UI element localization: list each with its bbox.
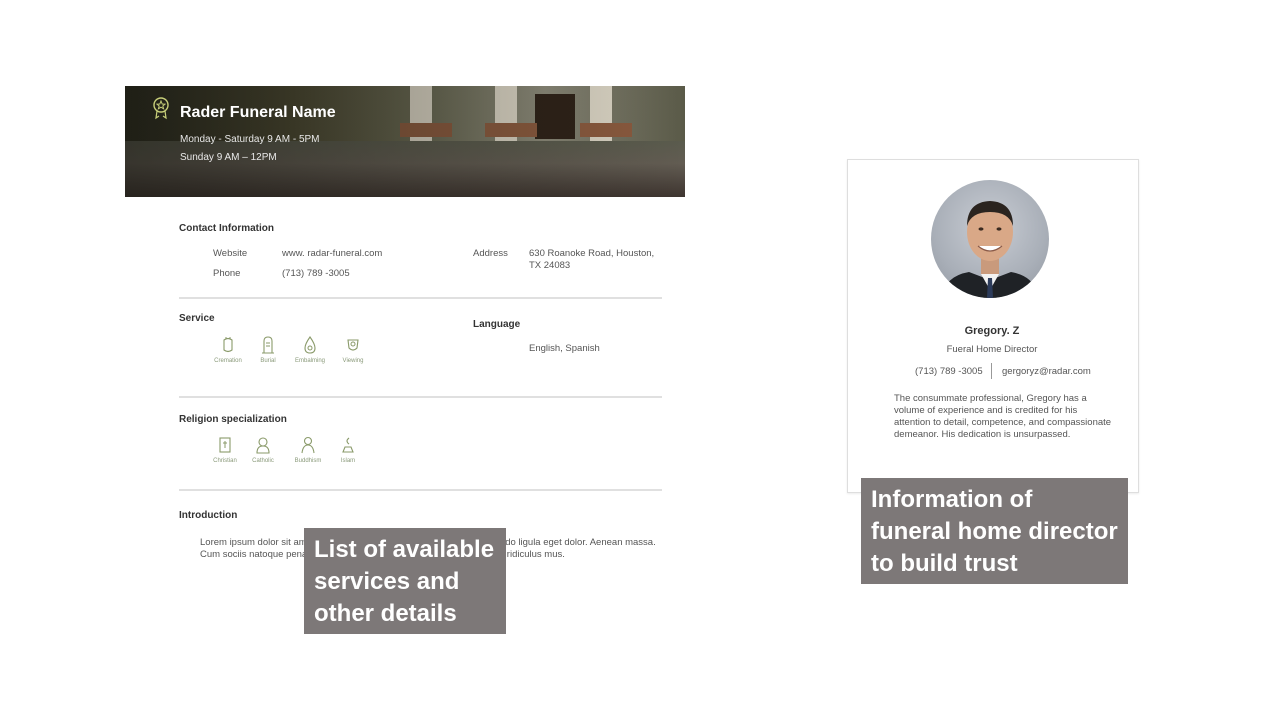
award-badge-icon: [153, 97, 169, 120]
religion-item-christian: Christian: [205, 436, 245, 464]
director-bio: The consummate professional, Gregory has…: [894, 393, 1112, 440]
address-label: Address: [473, 248, 508, 259]
callout-director: Information of funeral home director to …: [861, 478, 1128, 584]
religion-label: Buddhism: [294, 458, 322, 464]
hours-weekday: Monday - Saturday 9 AM - 5PM: [180, 134, 320, 145]
religion-section-title: Religion specialization: [179, 414, 287, 425]
cremation-icon: [223, 337, 233, 353]
section-divider: [179, 396, 662, 398]
religion-label: Islam: [340, 458, 356, 464]
service-item-embalming: Embalming: [290, 336, 330, 364]
director-email-link[interactable]: gergoryz@radar.com: [1002, 366, 1091, 377]
religion-item-buddhism: Buddhism: [288, 436, 328, 464]
director-phone: (713) 789 -3005: [915, 366, 983, 377]
callout-services: List of available services and other det…: [304, 528, 506, 634]
service-label: Cremation: [214, 358, 242, 364]
embalming-icon: [304, 336, 316, 354]
funeral-home-name: Rader Funeral Name: [180, 104, 336, 121]
language-value: English, Spanish: [529, 343, 600, 354]
catholic-icon: [256, 437, 270, 454]
islam-icon: [342, 437, 354, 453]
religion-label: Catholic: [252, 458, 274, 464]
hero-banner: Rader Funeral Name Monday - Saturday 9 A…: [125, 86, 685, 197]
religion-label: Christian: [213, 458, 237, 464]
christian-icon: [219, 437, 231, 453]
viewing-icon: [347, 339, 359, 351]
religion-item-islam: Islam: [328, 436, 368, 464]
address-line2: TX 24083: [529, 260, 571, 271]
director-role: Fueral Home Director: [946, 344, 1038, 355]
director-avatar: [931, 180, 1049, 298]
website-link[interactable]: www. radar-funeral.com: [282, 248, 382, 260]
phone-label: Phone: [213, 268, 241, 279]
phone-value: (713) 789 -3005: [282, 268, 350, 279]
director-name: Gregory. Z: [964, 325, 1020, 337]
section-divider: [179, 489, 662, 491]
introduction-section-title: Introduction: [179, 510, 238, 521]
service-item-cremation: Cremation: [208, 336, 248, 364]
buddhism-icon: [301, 436, 315, 454]
website-label: Website: [213, 248, 248, 259]
language-section-title: Language: [473, 319, 521, 330]
service-section-title: Service: [179, 313, 215, 324]
service-label: Viewing: [342, 358, 364, 364]
director-portrait-icon: [941, 201, 1039, 298]
address-line1: 630 Roanoke Road, Houston,: [529, 248, 655, 259]
section-divider: [179, 297, 662, 299]
religion-item-catholic: Catholic: [243, 436, 283, 464]
service-label: Burial: [260, 358, 276, 364]
service-label: Embalming: [294, 358, 325, 364]
contact-section-title: Contact Information: [179, 223, 274, 234]
service-item-viewing: Viewing: [333, 336, 373, 364]
contact-separator: [991, 363, 992, 379]
service-item-burial: Burial: [248, 336, 288, 364]
hours-sunday: Sunday 9 AM – 12PM: [180, 152, 277, 163]
burial-icon: [262, 336, 274, 354]
